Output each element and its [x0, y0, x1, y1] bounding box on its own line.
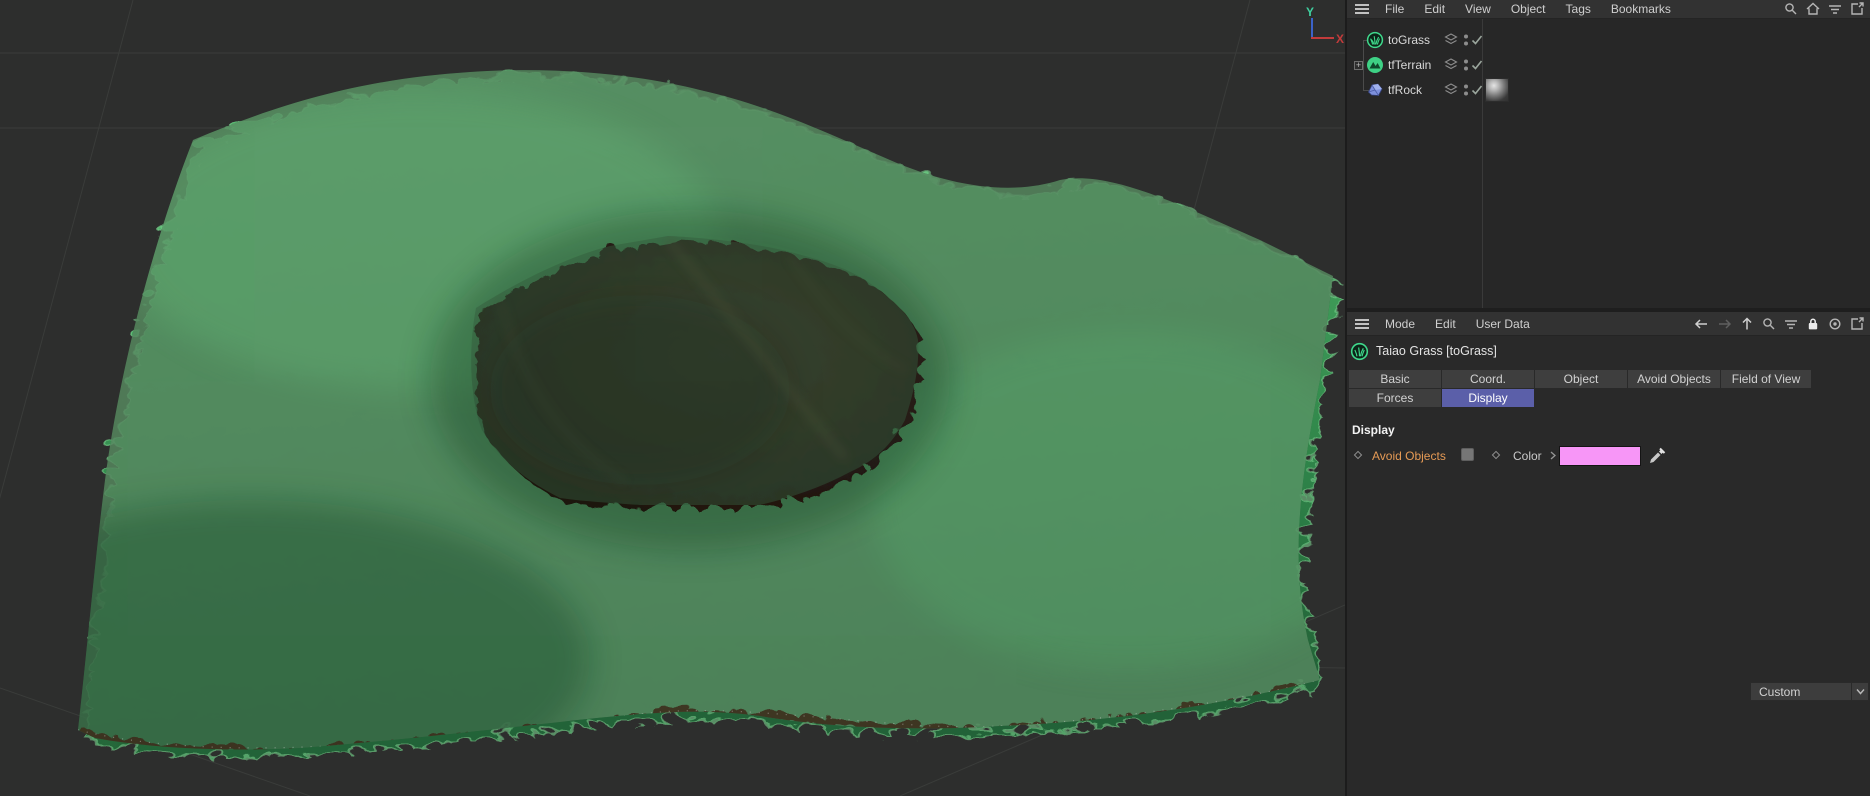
om-menu-tags[interactable]: Tags	[1556, 2, 1601, 16]
material-thumbnail[interactable]	[1485, 78, 1509, 102]
right-panel: File Edit View Object Tags Bookmarks toG…	[1345, 0, 1870, 796]
om-menu-bookmarks[interactable]: Bookmarks	[1601, 2, 1681, 16]
parent-up-icon[interactable]	[1740, 316, 1754, 331]
layer-tag-icon[interactable]	[1444, 33, 1458, 47]
visibility-dots-icon[interactable]	[1462, 58, 1470, 72]
search-icon[interactable]	[1762, 317, 1776, 331]
object-row-tfrock[interactable]: tfRock	[1347, 78, 1870, 103]
home-icon[interactable]	[1806, 2, 1820, 16]
object-name[interactable]: tfTerrain	[1388, 58, 1431, 72]
layer-tag-icon[interactable]	[1444, 83, 1458, 97]
param-diamond-icon[interactable]	[1353, 450, 1363, 460]
om-menu-object[interactable]: Object	[1501, 2, 1556, 16]
eyedropper-icon[interactable]	[1647, 445, 1667, 465]
chevron-down-icon	[1851, 683, 1868, 700]
detach-panel-icon[interactable]	[1850, 2, 1864, 16]
visibility-dots-icon[interactable]	[1462, 83, 1470, 97]
tab-object[interactable]: Object	[1535, 370, 1627, 388]
param-diamond-icon[interactable]	[1491, 450, 1501, 460]
avoid-objects-label: Avoid Objects	[1372, 449, 1446, 463]
enabled-check-icon[interactable]	[1471, 34, 1483, 46]
preset-dropdown[interactable]: Custom	[1750, 682, 1869, 701]
expander-plus-icon[interactable]: +	[1354, 61, 1363, 70]
tab-coord[interactable]: Coord.	[1442, 370, 1534, 388]
preset-dropdown-value: Custom	[1759, 684, 1801, 699]
search-icon[interactable]	[1784, 2, 1798, 16]
axis-x-label: X	[1336, 32, 1344, 46]
om-menu-file[interactable]: File	[1375, 2, 1414, 16]
cinema4d-window: Y X File Edit View Object Tags Bookmarks	[0, 0, 1870, 796]
object-name[interactable]: tfRock	[1388, 83, 1422, 97]
terrain-object-icon	[1367, 57, 1383, 73]
om-menu-view[interactable]: View	[1455, 2, 1501, 16]
axis-y-label: Y	[1306, 5, 1314, 19]
visibility-dots-icon[interactable]	[1462, 33, 1470, 47]
avoid-objects-checkbox[interactable]	[1461, 448, 1474, 461]
viewport-3d[interactable]: Y X	[0, 0, 1345, 796]
am-menu-edit[interactable]: Edit	[1425, 317, 1466, 331]
tab-display[interactable]: Display	[1442, 389, 1534, 407]
grass-object-icon	[1350, 342, 1369, 361]
axis-gizmo: Y X	[1298, 0, 1348, 50]
tab-forces[interactable]: Forces	[1349, 389, 1441, 407]
filter-icon[interactable]	[1784, 317, 1798, 331]
tab-field-of-view[interactable]: Field of View	[1721, 370, 1811, 388]
color-swatch[interactable]	[1559, 446, 1641, 466]
rock-object-icon	[1368, 83, 1383, 96]
attribute-title-row: Taiao Grass [toGrass] Custom	[1347, 340, 1870, 701]
am-menu-mode[interactable]: Mode	[1375, 317, 1425, 331]
object-list: toGrass + tfTerrain tfRock	[1347, 19, 1870, 308]
object-row-tfterrain[interactable]: + tfTerrain	[1347, 53, 1870, 78]
detach-panel-icon[interactable]	[1850, 316, 1864, 331]
lock-icon[interactable]	[1806, 317, 1820, 331]
panel-menu-icon[interactable]	[1355, 318, 1369, 329]
history-back-icon[interactable]	[1694, 317, 1709, 331]
panel-menu-icon[interactable]	[1355, 4, 1369, 14]
history-forward-icon[interactable]	[1717, 317, 1732, 331]
record-state-icon[interactable]	[1828, 317, 1842, 331]
display-parameters-row: Avoid Objects Color	[1347, 445, 1870, 467]
viewport-render	[0, 0, 1345, 796]
enabled-check-icon[interactable]	[1471, 59, 1483, 71]
am-menu-userdata[interactable]: User Data	[1466, 317, 1540, 331]
filter-icon[interactable]	[1828, 2, 1842, 16]
layer-tag-icon[interactable]	[1444, 58, 1458, 72]
object-row-tograss[interactable]: toGrass	[1347, 28, 1870, 53]
attribute-manager-menubar: Mode Edit User Data	[1347, 312, 1870, 336]
section-heading-display: Display	[1352, 423, 1395, 437]
om-menu-edit[interactable]: Edit	[1414, 2, 1455, 16]
grass-object-icon	[1366, 31, 1384, 49]
tab-avoid-objects[interactable]: Avoid Objects	[1628, 370, 1720, 388]
object-manager-menubar: File Edit View Object Tags Bookmarks	[1347, 0, 1870, 19]
object-name[interactable]: toGrass	[1388, 33, 1430, 47]
chevron-right-icon[interactable]	[1550, 451, 1556, 460]
tab-basic[interactable]: Basic	[1349, 370, 1441, 388]
enabled-check-icon[interactable]	[1471, 84, 1483, 96]
attribute-object-title: Taiao Grass [toGrass]	[1376, 344, 1497, 358]
color-label: Color	[1513, 449, 1542, 463]
